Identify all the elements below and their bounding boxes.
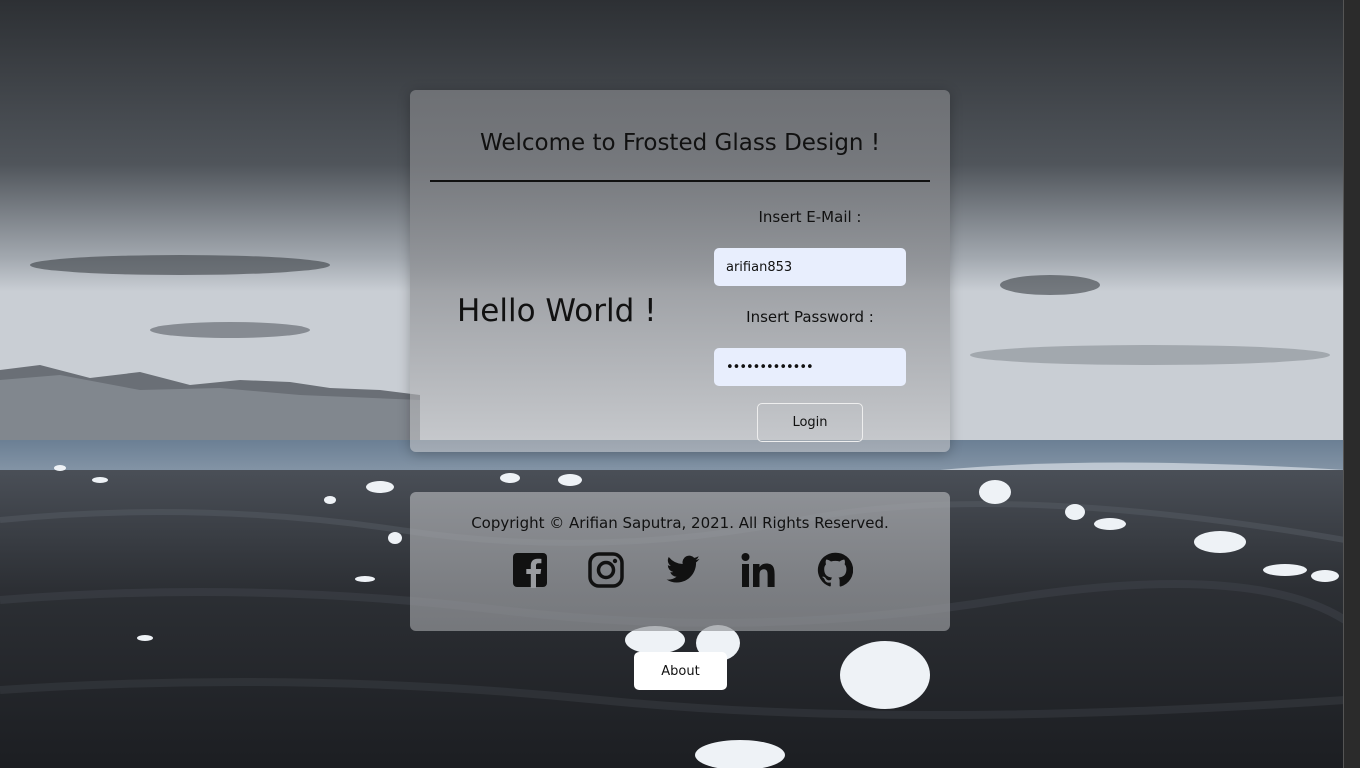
facebook-icon[interactable]	[510, 550, 550, 590]
login-card: Welcome to Frosted Glass Design ! Hello …	[410, 90, 950, 452]
linkedin-icon[interactable]	[739, 550, 779, 590]
email-field[interactable]	[714, 248, 906, 286]
github-icon[interactable]	[815, 550, 855, 590]
twitter-icon[interactable]	[663, 550, 703, 590]
about-button[interactable]: About	[634, 652, 727, 690]
password-label: Insert Password :	[746, 308, 874, 326]
copyright-text: Copyright © Arifian Saputra, 2021. All R…	[471, 514, 889, 532]
card-title: Welcome to Frosted Glass Design !	[479, 130, 881, 156]
login-button[interactable]: Login	[757, 403, 863, 442]
password-field[interactable]	[714, 348, 906, 386]
email-label: Insert E-Mail :	[758, 208, 862, 226]
scrollbar[interactable]	[1343, 0, 1360, 768]
instagram-icon[interactable]	[586, 550, 626, 590]
social-links	[510, 550, 855, 590]
title-divider	[430, 180, 930, 182]
hello-heading: Hello World !	[457, 293, 657, 329]
footer-card: Copyright © Arifian Saputra, 2021. All R…	[410, 492, 950, 631]
